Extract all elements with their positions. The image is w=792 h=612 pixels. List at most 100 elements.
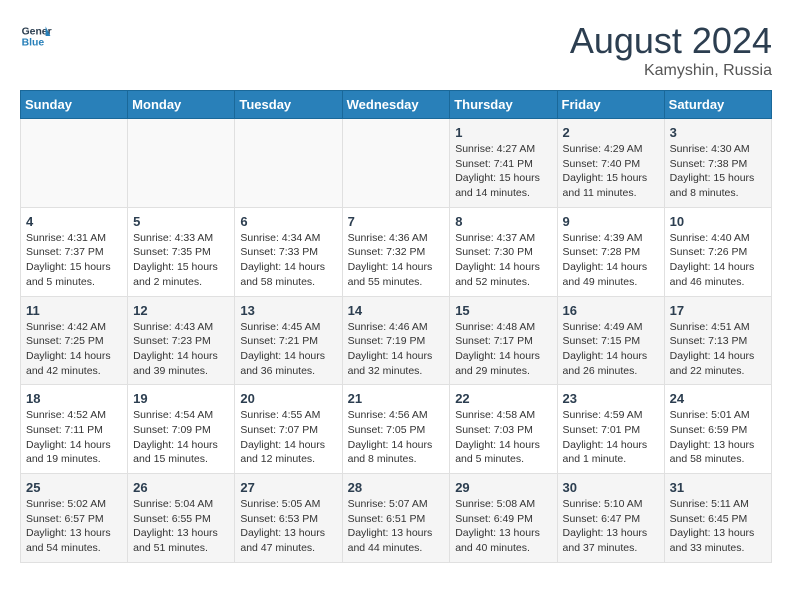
calendar-cell: 31 Sunrise: 5:11 AMSunset: 6:45 PMDayligh… <box>664 474 771 563</box>
day-info: Sunrise: 5:11 AMSunset: 6:45 PMDaylight:… <box>670 497 766 556</box>
main-title: August 2024 <box>570 20 772 62</box>
calendar-cell: 19Sunrise: 4:54 AMSunset: 7:09 PMDayligh… <box>128 385 235 474</box>
logo: General Blue <box>20 20 52 52</box>
day-number: 22 <box>455 391 551 406</box>
day-info: Sunrise: 4:51 AMSunset: 7:13 PMDaylight:… <box>670 320 766 379</box>
calendar-cell: 26Sunrise: 5:04 AMSunset: 6:55 PMDayligh… <box>128 474 235 563</box>
calendar-cell: 23Sunrise: 4:59 AMSunset: 7:01 PMDayligh… <box>557 385 664 474</box>
day-number: 21 <box>348 391 445 406</box>
calendar-cell <box>21 119 128 208</box>
calendar-cell: 9 Sunrise: 4:39 AMSunset: 7:28 PMDaylight… <box>557 207 664 296</box>
calendar-cell: 11 Sunrise: 4:42 AMSunset: 7:25 PMDayligh… <box>21 296 128 385</box>
day-number: 9 <box>563 214 659 229</box>
day-info: Sunrise: 4:48 AMSunset: 7:17 PMDaylight:… <box>455 320 551 379</box>
day-number: 12 <box>133 303 229 318</box>
day-number: 30 <box>563 480 659 495</box>
day-info: Sunrise: 4:39 AMSunset: 7:28 PMDaylight:… <box>563 231 659 290</box>
column-header-thursday: Thursday <box>450 91 557 119</box>
calendar-cell: 6Sunrise: 4:34 AMSunset: 7:33 PMDaylight… <box>235 207 342 296</box>
day-info: Sunrise: 4:34 AMSunset: 7:33 PMDaylight:… <box>240 231 336 290</box>
day-info: Sunrise: 5:04 AMSunset: 6:55 PMDaylight:… <box>133 497 229 556</box>
column-header-sunday: Sunday <box>21 91 128 119</box>
calendar-cell: 5 Sunrise: 4:33 AMSunset: 7:35 PMDaylight… <box>128 207 235 296</box>
calendar-week-5: 25 Sunrise: 5:02 AMSunset: 6:57 PMDayligh… <box>21 474 772 563</box>
day-number: 17 <box>670 303 766 318</box>
calendar-cell: 25 Sunrise: 5:02 AMSunset: 6:57 PMDayligh… <box>21 474 128 563</box>
day-number: 7 <box>348 214 445 229</box>
day-info: Sunrise: 4:30 AMSunset: 7:38 PMDaylight:… <box>670 142 766 201</box>
column-header-friday: Friday <box>557 91 664 119</box>
calendar-cell: 22 Sunrise: 4:58 AMSunset: 7:03 PMDayligh… <box>450 385 557 474</box>
page-header: General Blue August 2024 Kamyshin, Russi… <box>20 20 772 80</box>
calendar-cell: 12 Sunrise: 4:43 AMSunset: 7:23 PMDayligh… <box>128 296 235 385</box>
calendar-cell: 30 Sunrise: 5:10 AMSunset: 6:47 PMDayligh… <box>557 474 664 563</box>
day-number: 4 <box>26 214 122 229</box>
calendar-cell: 2Sunrise: 4:29 AMSunset: 7:40 PMDaylight… <box>557 119 664 208</box>
day-info: Sunrise: 4:36 AMSunset: 7:32 PMDaylight:… <box>348 231 445 290</box>
day-number: 28 <box>348 480 445 495</box>
day-info: Sunrise: 4:27 AMSunset: 7:41 PMDaylight:… <box>455 142 551 201</box>
day-number: 27 <box>240 480 336 495</box>
calendar-cell <box>342 119 450 208</box>
calendar-cell <box>235 119 342 208</box>
calendar-cell: 29 Sunrise: 5:08 AMSunset: 6:49 PMDayligh… <box>450 474 557 563</box>
calendar-cell: 14 Sunrise: 4:46 AMSunset: 7:19 PMDayligh… <box>342 296 450 385</box>
day-info: Sunrise: 4:58 AMSunset: 7:03 PMDaylight:… <box>455 408 551 467</box>
calendar-header-row: SundayMondayTuesdayWednesdayThursdayFrid… <box>21 91 772 119</box>
day-info: Sunrise: 4:55 AMSunset: 7:07 PMDaylight:… <box>240 408 336 467</box>
day-number: 3 <box>670 125 766 140</box>
calendar-cell: 4Sunrise: 4:31 AMSunset: 7:37 PMDaylight… <box>21 207 128 296</box>
day-number: 10 <box>670 214 766 229</box>
day-number: 18 <box>26 391 122 406</box>
day-number: 15 <box>455 303 551 318</box>
logo-icon: General Blue <box>20 20 52 52</box>
calendar-week-1: 1 Sunrise: 4:27 AMSunset: 7:41 PMDaylight… <box>21 119 772 208</box>
day-number: 13 <box>240 303 336 318</box>
column-header-monday: Monday <box>128 91 235 119</box>
title-section: August 2024 Kamyshin, Russia <box>570 20 772 80</box>
day-number: 25 <box>26 480 122 495</box>
calendar-table: SundayMondayTuesdayWednesdayThursdayFrid… <box>20 90 772 563</box>
day-info: Sunrise: 4:46 AMSunset: 7:19 PMDaylight:… <box>348 320 445 379</box>
day-info: Sunrise: 4:43 AMSunset: 7:23 PMDaylight:… <box>133 320 229 379</box>
day-info: Sunrise: 5:08 AMSunset: 6:49 PMDaylight:… <box>455 497 551 556</box>
day-number: 11 <box>26 303 122 318</box>
calendar-week-3: 11 Sunrise: 4:42 AMSunset: 7:25 PMDayligh… <box>21 296 772 385</box>
calendar-cell: 13 Sunrise: 4:45 AMSunset: 7:21 PMDayligh… <box>235 296 342 385</box>
day-info: Sunrise: 5:01 AMSunset: 6:59 PMDaylight:… <box>670 408 766 467</box>
column-header-saturday: Saturday <box>664 91 771 119</box>
calendar-cell: 16Sunrise: 4:49 AMSunset: 7:15 PMDayligh… <box>557 296 664 385</box>
day-number: 14 <box>348 303 445 318</box>
subtitle: Kamyshin, Russia <box>570 62 772 80</box>
day-info: Sunrise: 5:10 AMSunset: 6:47 PMDaylight:… <box>563 497 659 556</box>
calendar-cell: 8Sunrise: 4:37 AMSunset: 7:30 PMDaylight… <box>450 207 557 296</box>
day-info: Sunrise: 4:54 AMSunset: 7:09 PMDaylight:… <box>133 408 229 467</box>
day-info: Sunrise: 4:45 AMSunset: 7:21 PMDaylight:… <box>240 320 336 379</box>
day-number: 29 <box>455 480 551 495</box>
day-number: 1 <box>455 125 551 140</box>
day-info: Sunrise: 4:33 AMSunset: 7:35 PMDaylight:… <box>133 231 229 290</box>
calendar-cell: 17 Sunrise: 4:51 AMSunset: 7:13 PMDayligh… <box>664 296 771 385</box>
calendar-cell <box>128 119 235 208</box>
day-info: Sunrise: 4:42 AMSunset: 7:25 PMDaylight:… <box>26 320 122 379</box>
day-info: Sunrise: 4:40 AMSunset: 7:26 PMDaylight:… <box>670 231 766 290</box>
day-info: Sunrise: 4:59 AMSunset: 7:01 PMDaylight:… <box>563 408 659 467</box>
day-info: Sunrise: 4:37 AMSunset: 7:30 PMDaylight:… <box>455 231 551 290</box>
day-info: Sunrise: 5:02 AMSunset: 6:57 PMDaylight:… <box>26 497 122 556</box>
calendar-week-2: 4Sunrise: 4:31 AMSunset: 7:37 PMDaylight… <box>21 207 772 296</box>
day-number: 2 <box>563 125 659 140</box>
column-header-tuesday: Tuesday <box>235 91 342 119</box>
day-number: 5 <box>133 214 229 229</box>
calendar-cell: 24Sunrise: 5:01 AMSunset: 6:59 PMDayligh… <box>664 385 771 474</box>
calendar-cell: 1 Sunrise: 4:27 AMSunset: 7:41 PMDaylight… <box>450 119 557 208</box>
calendar-cell: 10 Sunrise: 4:40 AMSunset: 7:26 PMDayligh… <box>664 207 771 296</box>
calendar-cell: 18 Sunrise: 4:52 AMSunset: 7:11 PMDayligh… <box>21 385 128 474</box>
day-info: Sunrise: 5:07 AMSunset: 6:51 PMDaylight:… <box>348 497 445 556</box>
svg-text:Blue: Blue <box>22 38 45 49</box>
calendar-cell: 28 Sunrise: 5:07 AMSunset: 6:51 PMDayligh… <box>342 474 450 563</box>
day-number: 31 <box>670 480 766 495</box>
day-number: 16 <box>563 303 659 318</box>
column-header-wednesday: Wednesday <box>342 91 450 119</box>
calendar-cell: 27Sunrise: 5:05 AMSunset: 6:53 PMDayligh… <box>235 474 342 563</box>
day-info: Sunrise: 4:52 AMSunset: 7:11 PMDaylight:… <box>26 408 122 467</box>
